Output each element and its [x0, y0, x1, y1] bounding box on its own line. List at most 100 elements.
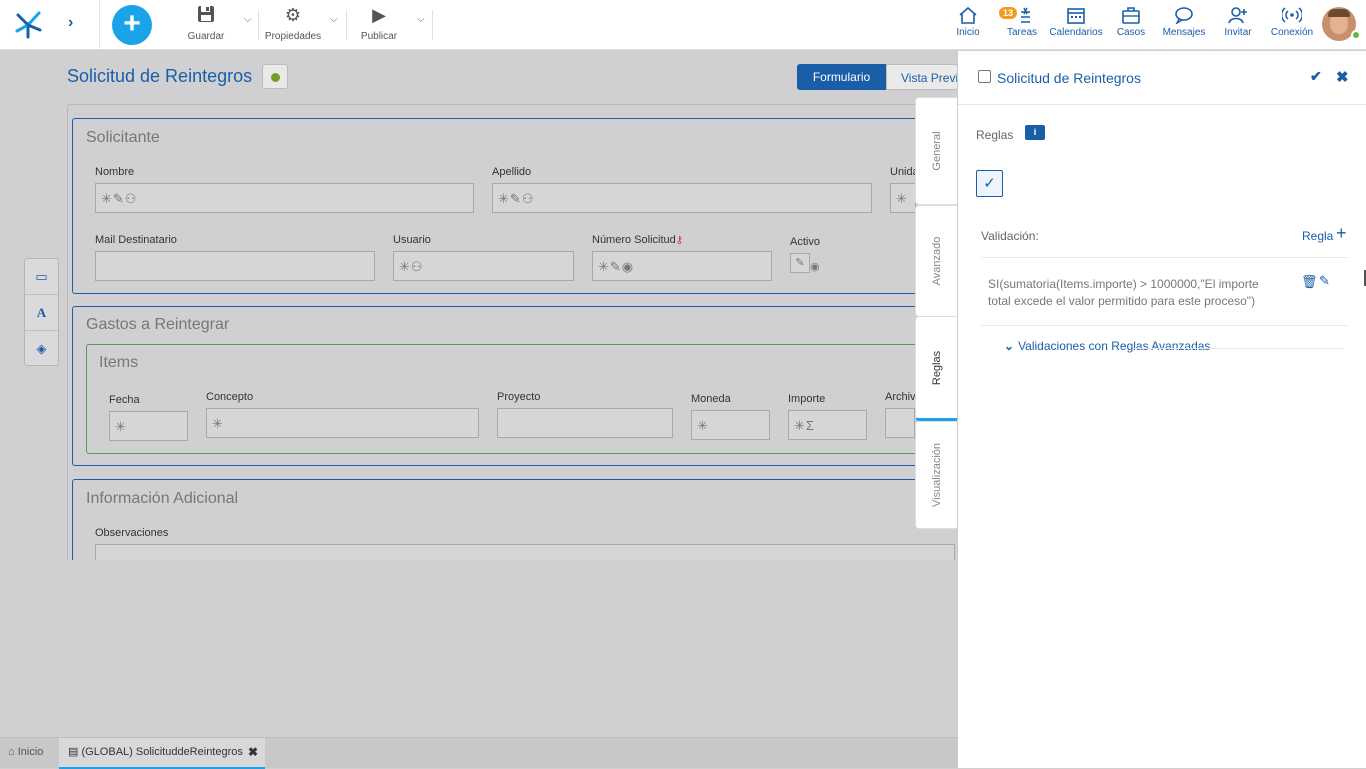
online-status-icon	[1351, 30, 1361, 40]
panel-header: Solicitud de Reintegros ✔ ✖	[958, 51, 1366, 105]
column-archivo[interactable]	[885, 408, 915, 438]
home-icon	[959, 6, 977, 24]
text-icon[interactable]: A	[25, 295, 58, 331]
column-fecha[interactable]: ✳	[109, 411, 188, 441]
save-dropdown-icon[interactable]: ⌵	[244, 14, 252, 25]
field-label-nombre: Nombre	[95, 166, 135, 178]
section-title-solicitante: Solicitante	[86, 129, 160, 146]
properties-label: Propiedades	[264, 31, 322, 42]
close-tab-icon[interactable]: ✖	[248, 745, 258, 759]
tab-reglas[interactable]: Reglas	[915, 317, 957, 421]
publish-button[interactable]: ▶ Publicar	[359, 5, 399, 42]
tab-vista-previa[interactable]: Vista Previa	[886, 64, 958, 90]
field-usuario[interactable]: ✳⚇	[393, 251, 574, 281]
field-apellido[interactable]: ✳✎⚇	[492, 183, 872, 213]
column-concepto[interactable]: ✳	[206, 408, 479, 438]
tab-formulario[interactable]: Formulario	[797, 64, 886, 90]
laptop-icon[interactable]: ▭	[25, 259, 58, 295]
column-label-moneda: Moneda	[691, 393, 731, 405]
nav-inicio[interactable]: Inicio	[954, 6, 982, 38]
field-mail[interactable]	[95, 251, 375, 281]
properties-panel: Solicitud de Reintegros ✔ ✖ Reglas i ✓ V…	[957, 51, 1366, 768]
trash-icon[interactable]: 🗑	[1301, 274, 1318, 290]
briefcase-icon	[1122, 7, 1140, 24]
panel-checkbox[interactable]	[978, 70, 991, 83]
column-moneda[interactable]: ✳	[691, 410, 770, 440]
calendar-icon	[1067, 8, 1085, 24]
nav-invitar[interactable]: Invitar	[1222, 6, 1254, 38]
tab-avanzado[interactable]: Avanzado	[915, 205, 957, 317]
tab-visualizacion[interactable]: Visualización	[915, 421, 957, 529]
status-indicator[interactable]	[262, 64, 288, 89]
nav-casos[interactable]: Casos	[1116, 6, 1146, 38]
column-importe[interactable]: ✳Σ	[788, 410, 867, 440]
pencil-icon[interactable]: ✎	[1319, 273, 1330, 289]
field-label-activo: Activo	[790, 236, 820, 248]
expand-chevron-icon[interactable]: ›	[68, 14, 73, 32]
connection-icon	[1282, 7, 1302, 23]
field-numero-solicitud[interactable]: ✳✎◉	[592, 251, 772, 281]
field-property-icons: ✳	[896, 191, 908, 206]
advanced-rules-toggle[interactable]: ⌄ Validaciones con Reglas Avanzadas	[1004, 339, 1210, 353]
gear-icon: ⚙	[284, 5, 302, 25]
publish-label: Publicar	[360, 31, 398, 42]
bottom-inicio-label: Inicio	[17, 746, 44, 758]
info-icon[interactable]: i	[1025, 125, 1045, 140]
message-icon	[1175, 7, 1193, 24]
field-property-icons: ✳✎⚇	[101, 191, 138, 206]
validacion-label: Validación:	[981, 229, 1039, 243]
app-logo-icon[interactable]	[14, 9, 44, 39]
field-nombre[interactable]: ✳✎⚇	[95, 183, 474, 213]
field-label-numero: Número Solicitud⚷	[592, 234, 683, 246]
column-proyecto[interactable]	[497, 408, 673, 438]
field-observaciones[interactable]	[95, 544, 955, 560]
confirm-check-icon[interactable]: ✔	[1310, 68, 1322, 85]
visibility-icon: ◉	[810, 261, 820, 273]
field-property-icons: ✳	[115, 419, 127, 434]
toolbar-divider	[432, 10, 433, 40]
nav-conexion-label: Conexión	[1270, 27, 1314, 38]
add-button[interactable]: +	[112, 5, 152, 45]
nav-invitar-label: Invitar	[1224, 27, 1252, 38]
field-unidad[interactable]: ✳	[890, 183, 916, 213]
field-activo-checkbox[interactable]: ✎	[790, 253, 810, 273]
rule-expression: SI(sumatoria(Items.importe) > 1000000,"E…	[988, 277, 1259, 308]
nav-calendarios[interactable]: Calendarios	[1049, 6, 1103, 38]
properties-button[interactable]: ⚙ Propiedades	[264, 5, 322, 42]
form-title: Solicitud de Reintegros	[67, 66, 253, 86]
nav-mensajes[interactable]: Mensajes	[1162, 6, 1206, 38]
save-button[interactable]: Guardar	[186, 5, 226, 42]
column-label-proyecto: Proyecto	[497, 391, 541, 403]
save-label: Guardar	[187, 31, 225, 42]
section-title-info: Información Adicional	[86, 490, 239, 507]
cube-icon[interactable]: ◈	[25, 331, 58, 367]
column-label-fecha: Fecha	[109, 394, 140, 406]
reglas-checkbox[interactable]: ✓	[976, 170, 1003, 197]
invite-user-icon	[1228, 7, 1247, 24]
field-property-icons: ✳	[212, 416, 224, 431]
field-property-icons: ✳✎◉	[598, 259, 635, 274]
save-icon	[186, 5, 226, 27]
field-property-icons: ✳Σ	[794, 418, 815, 433]
tasks-count-badge: 13	[999, 7, 1018, 19]
column-label-importe: Importe	[788, 393, 826, 405]
reglas-label: Reglas	[976, 128, 1014, 142]
nav-conexion[interactable]: Conexión	[1270, 6, 1314, 38]
column-label-concepto: Concepto	[206, 391, 254, 403]
tab-visualizacion-label: Visualización	[930, 442, 943, 508]
bottom-tab-inicio[interactable]: ⌂ Inicio	[8, 746, 43, 758]
add-rule-link[interactable]: Regla	[1302, 229, 1333, 243]
close-icon[interactable]: ✖	[1336, 68, 1349, 86]
tab-general[interactable]: General	[915, 97, 957, 205]
element-toolbar: ▭ A ◈	[24, 258, 59, 366]
bottom-tab-form[interactable]: ▤ (GLOBAL) SolicituddeReintegros	[59, 738, 265, 769]
field-property-icons: ✳	[697, 418, 709, 433]
grid-title-items: Items	[99, 354, 139, 371]
panel-title: Solicitud de Reintegros	[997, 70, 1141, 86]
field-label-apellido: Apellido	[492, 166, 532, 178]
avatar-hair	[1328, 9, 1350, 17]
section-title-gastos: Gastos a Reintegrar	[86, 316, 230, 333]
publish-dropdown-icon[interactable]: ⌵	[417, 14, 425, 25]
add-rule-plus-icon[interactable]: +	[1336, 223, 1347, 244]
properties-dropdown-icon[interactable]: ⌵	[330, 14, 338, 25]
